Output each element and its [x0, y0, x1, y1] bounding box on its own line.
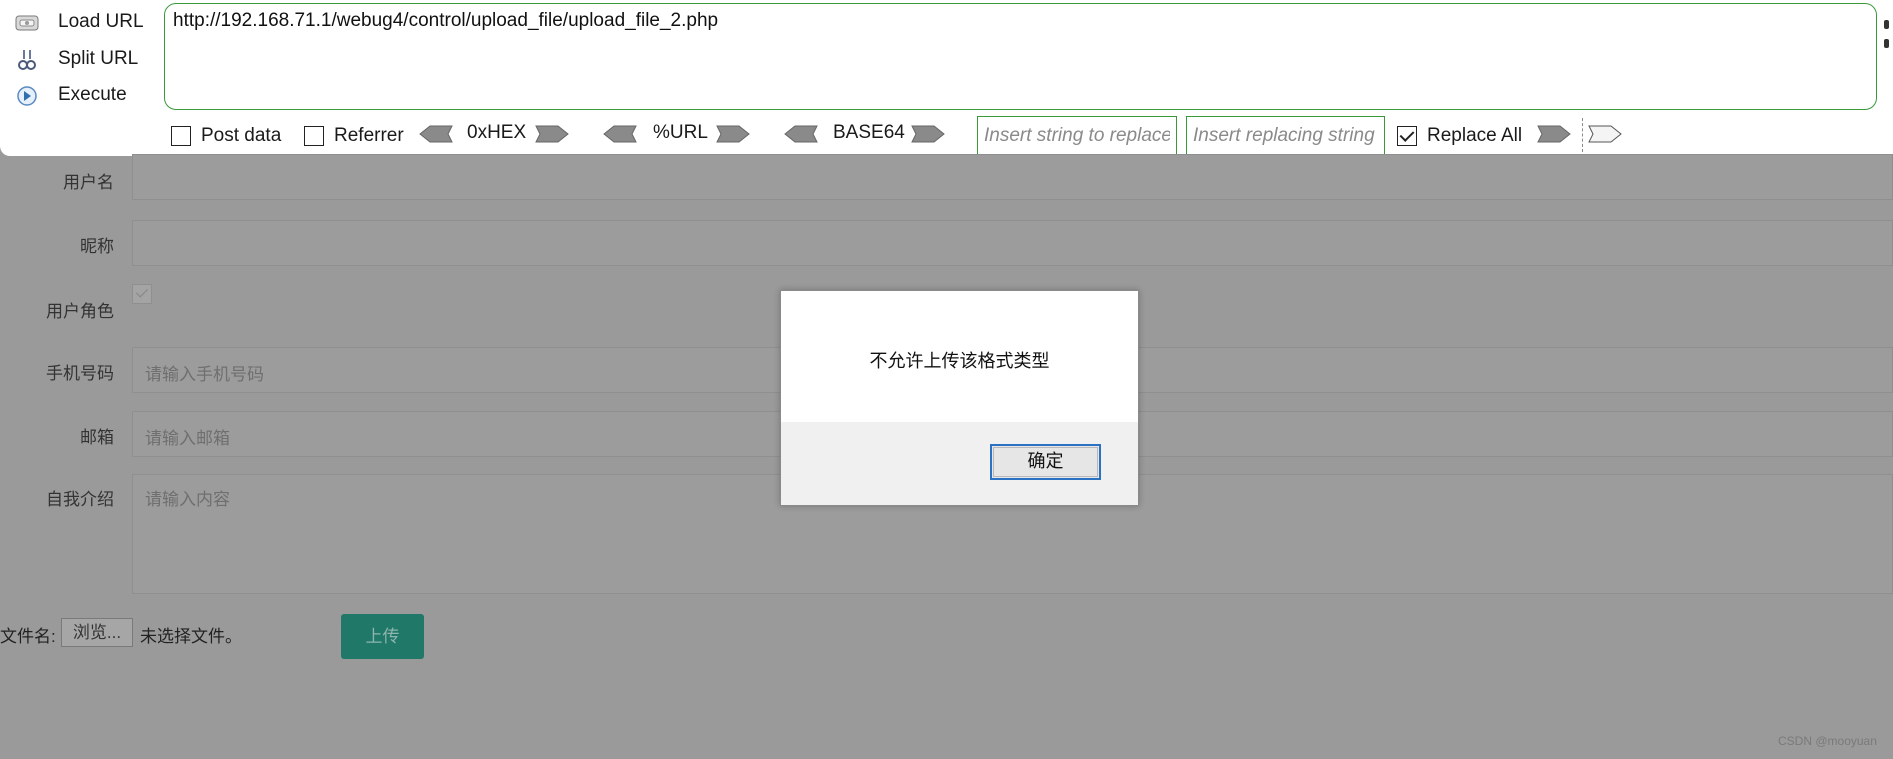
nickname-label: 昵称: [80, 237, 114, 256]
load-url-button[interactable]: Load URL: [8, 4, 158, 41]
hackbar-actions: Load URL Split URL Execute: [8, 4, 158, 114]
url-encode-label: %URL: [653, 122, 708, 143]
post-data-checkbox-box[interactable]: [171, 126, 191, 146]
role-label: 用户角色: [46, 302, 114, 321]
split-url-label: Split URL: [58, 47, 139, 69]
replace-all-checkbox-box[interactable]: [1397, 126, 1417, 146]
split-url-icon: [18, 49, 36, 70]
referrer-label: Referrer: [334, 125, 404, 146]
alert-dialog: 不允许上传该格式类型 确定: [780, 290, 1139, 506]
referrer-checkbox[interactable]: Referrer: [304, 125, 404, 147]
post-data-checkbox[interactable]: Post data: [171, 125, 281, 147]
hex-decode-arrow-icon[interactable]: [418, 124, 454, 144]
replace-all-label: Replace All: [1427, 125, 1523, 146]
replace-apply-arrow-icon[interactable]: [1536, 124, 1572, 144]
execute-label: Execute: [58, 84, 127, 106]
replace-all-checkbox[interactable]: Replace All: [1397, 125, 1522, 147]
resize-handle[interactable]: [1884, 20, 1890, 50]
url-field-container: [164, 3, 1877, 110]
base64-decode-arrow-icon[interactable]: [783, 124, 819, 144]
base64-label: BASE64: [833, 122, 905, 143]
username-field[interactable]: [132, 154, 1893, 200]
intro-label: 自我介绍: [46, 490, 114, 509]
url-decode-arrow-icon[interactable]: [602, 124, 638, 144]
url-textarea[interactable]: [173, 10, 1868, 103]
role-checkbox[interactable]: [132, 284, 152, 304]
split-url-button[interactable]: Split URL: [8, 41, 158, 78]
hackbar-toolbar: Load URL Split URL Execute Post data: [0, 0, 1893, 156]
browse-button[interactable]: 浏览...: [61, 618, 133, 647]
replace-find-input[interactable]: [977, 116, 1177, 156]
load-url-icon: [15, 15, 39, 31]
toolbar-divider: [1582, 118, 1583, 152]
referrer-checkbox-box[interactable]: [304, 126, 324, 146]
replace-next-arrow-icon[interactable]: [1587, 124, 1623, 144]
post-data-label: Post data: [201, 125, 282, 146]
upload-button[interactable]: 上传: [341, 614, 424, 659]
hex-encode-arrow-icon[interactable]: [534, 124, 570, 144]
file-name-label: 文件名:: [0, 627, 56, 646]
url-encode-arrow-icon[interactable]: [715, 124, 751, 144]
load-url-label: Load URL: [58, 11, 144, 33]
phone-label: 手机号码: [46, 364, 114, 383]
watermark: CSDN @mooyuan: [1778, 734, 1877, 748]
username-label: 用户名: [63, 173, 114, 192]
alert-message-area: 不允许上传该格式类型: [781, 291, 1138, 422]
email-label: 邮箱: [80, 428, 114, 447]
alert-ok-button[interactable]: 确定: [990, 444, 1101, 480]
alert-message: 不允许上传该格式类型: [869, 351, 1050, 371]
no-file-text: 未选择文件。: [140, 627, 242, 646]
hackbar-options-row: Post data Referrer 0xHEX %URL BASE64 Ins…: [0, 116, 1893, 156]
nickname-field[interactable]: [132, 220, 1893, 266]
execute-icon: [17, 86, 37, 106]
base64-encode-arrow-icon[interactable]: [910, 124, 946, 144]
hex-label: 0xHEX: [467, 122, 527, 143]
execute-button[interactable]: Execute: [8, 77, 158, 114]
replace-with-input[interactable]: [1186, 116, 1385, 156]
